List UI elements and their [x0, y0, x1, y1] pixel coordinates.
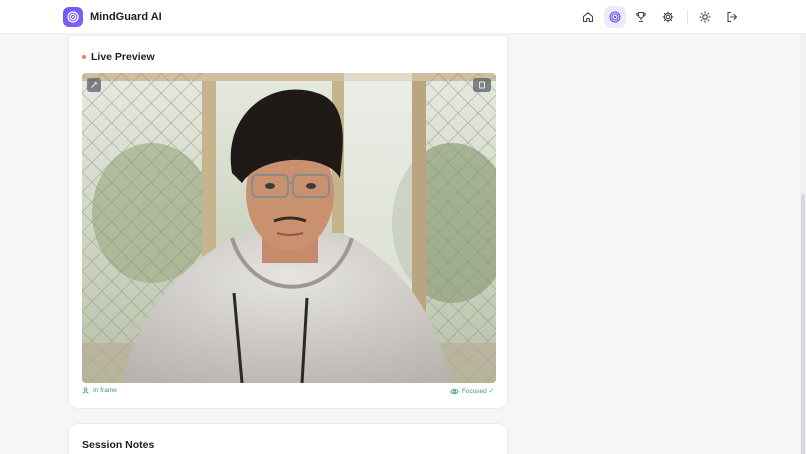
- webcam-video: [82, 73, 496, 383]
- focus-status-label: Focused ✓: [461, 388, 494, 395]
- session-notes-title: Session Notes: [82, 439, 155, 451]
- nav-divider: [687, 10, 688, 24]
- focus-button[interactable]: [603, 6, 626, 28]
- focus-status: Focused ✓: [450, 387, 494, 395]
- person-icon: [82, 387, 89, 394]
- session-notes-card: Session Notes: [68, 423, 508, 454]
- live-preview-card: Live Preview In frame Focused ✓: [68, 35, 508, 409]
- brush-icon: [91, 81, 98, 88]
- home-icon: [582, 12, 594, 23]
- frame-status: In frame: [82, 387, 117, 394]
- scrollbar-thumb[interactable]: [801, 194, 805, 454]
- live-preview-title: Live Preview: [91, 51, 155, 63]
- app-name: MindGuard AI: [90, 11, 162, 23]
- home-button[interactable]: [577, 6, 599, 28]
- achievements-button[interactable]: [630, 6, 652, 28]
- mirror-toggle-button[interactable]: [87, 78, 101, 92]
- frame-status-label: In frame: [93, 387, 117, 394]
- main-nav: [577, 6, 747, 28]
- app-logo-icon: [63, 7, 83, 27]
- webcam-frame: [82, 73, 496, 383]
- live-preview-header: Live Preview: [82, 51, 155, 63]
- live-indicator-dot: [82, 55, 86, 59]
- settings-button[interactable]: [657, 6, 679, 28]
- trophy-icon: [636, 11, 646, 23]
- logout-button[interactable]: [721, 6, 743, 28]
- gear-icon: [661, 11, 674, 23]
- top-bar: MindGuard AI: [0, 0, 806, 34]
- target-icon: [608, 11, 621, 23]
- theme-toggle-button[interactable]: [694, 6, 716, 28]
- brand[interactable]: MindGuard AI: [63, 7, 162, 27]
- eye-icon: [450, 388, 459, 394]
- fullscreen-button[interactable]: [473, 78, 491, 92]
- sun-icon: [699, 11, 711, 23]
- logout-icon: [726, 11, 737, 23]
- screen-icon: [479, 81, 485, 89]
- page-scrollbar[interactable]: [800, 34, 806, 454]
